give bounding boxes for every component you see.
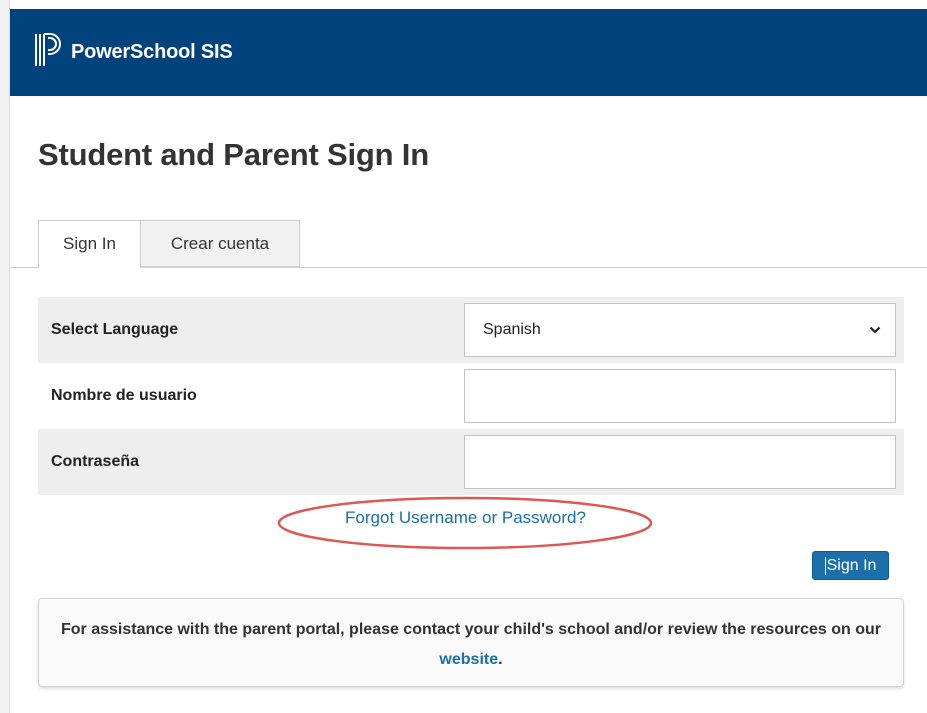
assistance-text: For assistance with the parent portal, p… [60,621,881,638]
language-select[interactable]: Spanish [464,303,896,357]
powerschool-logo-icon [35,33,61,66]
text-cursor [824,556,826,575]
tab-create-account[interactable]: Crear cuenta [141,220,300,267]
tab-sign-in[interactable]: Sign In [38,220,141,268]
brand-name: PowerSchool SIS [71,41,233,63]
username-input[interactable] [464,369,896,423]
highlight-ellipse [277,496,653,550]
tabs-divider [10,267,927,268]
username-label: Nombre de usuario [51,387,197,404]
language-label: Select Language [51,321,179,338]
password-row: Contraseña [38,429,904,495]
assistance-text-end: . [498,651,503,668]
chevron-down-icon [869,326,881,334]
page-title: Student and Parent Sign In [38,137,429,172]
assistance-notice: For assistance with the parent portal, p… [38,598,904,687]
password-input[interactable] [464,435,896,489]
username-row: Nombre de usuario [38,363,904,429]
sign-in-form: Select Language Spanish Nombre de usuari… [38,297,904,495]
sign-in-button-label: Sign In [826,556,877,574]
sign-in-button[interactable]: Sign In [812,551,889,580]
language-row: Select Language Spanish [38,297,904,363]
language-selected-value: Spanish [483,321,541,338]
page: PowerSchool SIS Student and Parent Sign … [0,0,927,713]
app-header: PowerSchool SIS [10,9,927,96]
website-link[interactable]: website [439,651,498,668]
browser-edge [0,0,10,713]
password-label: Contraseña [51,453,140,470]
